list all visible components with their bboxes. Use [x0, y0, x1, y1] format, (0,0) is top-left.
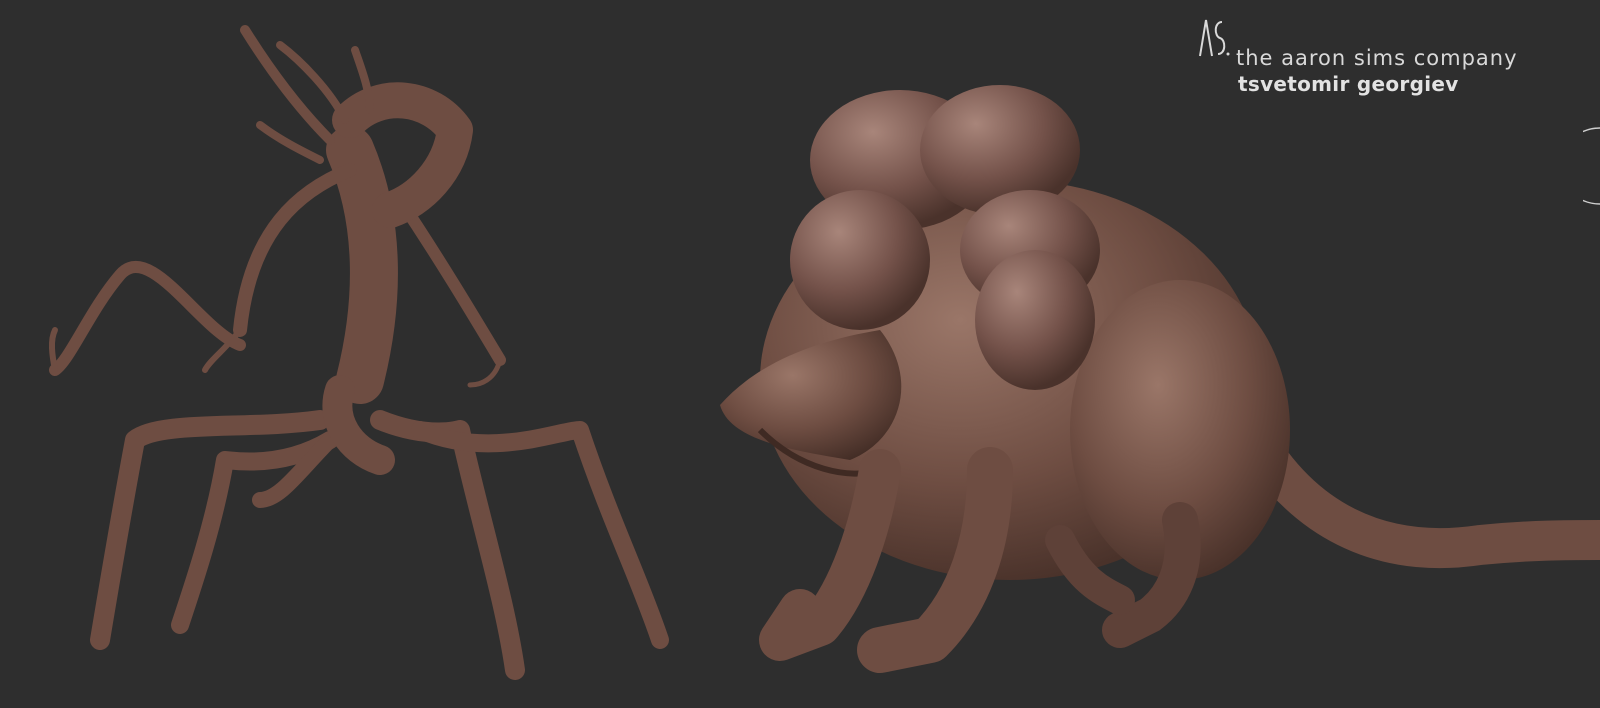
creature-arm — [233, 163, 357, 337]
creature-torso — [326, 126, 398, 404]
creature-leg — [411, 421, 669, 649]
beast-lump — [975, 250, 1095, 390]
creature-horn — [276, 41, 349, 124]
edge-circle-outline — [1583, 127, 1600, 205]
aaron-sims-logo-icon — [1199, 19, 1230, 57]
beast-head — [720, 330, 902, 460]
sculpt-scene — [49, 25, 1600, 680]
render-canvas: the aaron sims company tsvetomir georgie… — [0, 0, 1600, 708]
company-name: the aaron sims company — [1236, 46, 1518, 70]
creature-tail — [49, 261, 246, 376]
beast-tail — [1230, 410, 1600, 568]
creature-leg — [370, 410, 525, 680]
studio-watermark: the aaron sims company tsvetomir georgie… — [1196, 16, 1596, 96]
creature-arm — [394, 194, 506, 366]
insectoid-creature — [49, 25, 669, 680]
artist-name: tsvetomir georgiev — [1238, 72, 1459, 96]
bulbous-beast — [720, 85, 1600, 673]
